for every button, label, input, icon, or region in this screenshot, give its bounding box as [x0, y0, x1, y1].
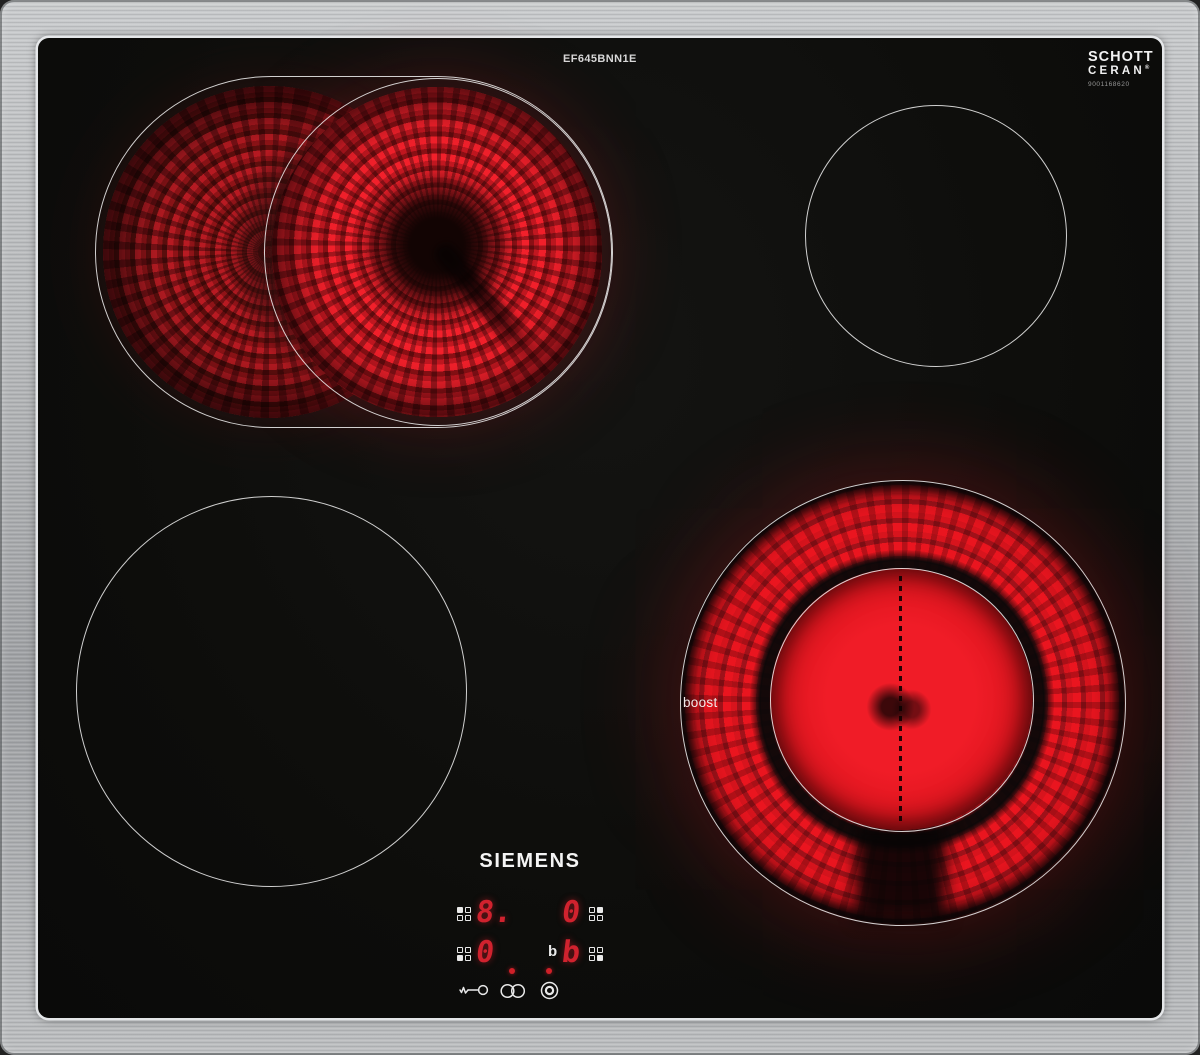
zone-select-front-right[interactable] [589, 947, 603, 961]
boost-indicator-letter: b [548, 943, 557, 960]
schott-wordmark: SCHOTT [1088, 50, 1152, 65]
burner-front-right-inner-outline [770, 568, 1034, 832]
ceran-wordmark: CERAN® [1088, 65, 1152, 77]
burner-rear-left-circle-outline [264, 78, 612, 426]
schott-ceran-logo: SCHOTT CERAN® 9001168620 [1088, 50, 1152, 89]
dual-zone-key[interactable] [499, 982, 527, 1000]
power-display-front-right: b [560, 938, 582, 968]
burner-rear-right-outline [805, 105, 1067, 367]
cooktop-product-image: EF645BNN1E SCHOTT CERAN® 9001168620 boos… [0, 0, 1200, 1055]
boost-label: boost [683, 695, 718, 710]
zone-select-rear-right[interactable] [589, 907, 603, 921]
power-display-rear-right: 0 [560, 898, 582, 928]
glass-code: 9001168620 [1088, 82, 1152, 89]
zone-select-rear-left[interactable] [457, 907, 471, 921]
brand-logo: SIEMENS [430, 850, 630, 873]
registered-mark: ® [1145, 65, 1149, 71]
dual-zone-indicator-dot [509, 968, 515, 974]
model-number: EF645BNN1E [563, 53, 637, 65]
multi-ring-indicator-dot [546, 968, 552, 974]
child-lock-key[interactable] [458, 981, 490, 999]
touch-control-panel: 8. 0 0 b b [450, 895, 625, 1010]
burner-front-left-outline [76, 496, 467, 887]
power-display-rear-left: 8. [474, 898, 514, 928]
dual-zone-icon [499, 982, 527, 1000]
multi-ring-icon [539, 980, 560, 1001]
key-icon [458, 981, 490, 999]
power-display-front-left: 0 [474, 938, 496, 968]
multi-ring-key[interactable] [539, 980, 560, 1001]
zone-select-front-left[interactable] [457, 947, 471, 961]
